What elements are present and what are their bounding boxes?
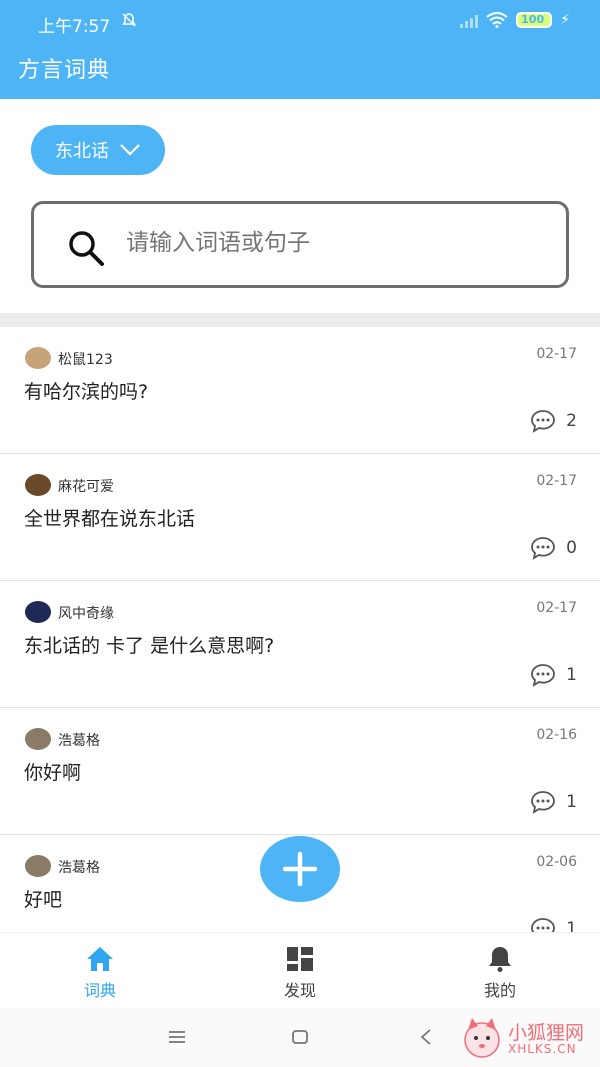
page-title: 方言词典 bbox=[18, 58, 111, 83]
post-username: 松鼠123 bbox=[58, 352, 113, 368]
app-header: 上午7:57 100 ⚡ 方言词典 bbox=[0, 0, 600, 99]
status-time: 上午7:57 bbox=[38, 17, 111, 37]
comment-icon bbox=[531, 410, 556, 433]
avatar bbox=[25, 728, 51, 750]
nav-item-discover[interactable]: 发现 bbox=[240, 945, 360, 1001]
battery-indicator: 100 bbox=[516, 12, 553, 28]
post-date: 02-17 bbox=[536, 346, 577, 362]
comment-icon bbox=[531, 537, 556, 560]
search-box[interactable] bbox=[31, 201, 569, 288]
add-post-button[interactable] bbox=[260, 836, 340, 902]
watermark: 小狐狸网 XHLKS.CN bbox=[460, 1016, 590, 1060]
post-username: 麻花可爱 bbox=[58, 479, 114, 495]
nav-label: 我的 bbox=[483, 981, 516, 1000]
grid-icon bbox=[287, 947, 313, 971]
mute-icon bbox=[121, 12, 137, 32]
comment-count-value: 1 bbox=[566, 792, 577, 812]
post-date: 02-17 bbox=[536, 600, 577, 616]
section-divider bbox=[0, 313, 600, 327]
post-username: 浩葛格 bbox=[58, 860, 100, 876]
list-item[interactable]: 浩葛格 02-16 你好啊 1 bbox=[0, 708, 600, 835]
comment-count-value: 1 bbox=[566, 665, 577, 685]
signal-icon bbox=[460, 12, 479, 28]
post-content: 你好啊 bbox=[24, 762, 82, 784]
watermark-line2: XHLKS.CN bbox=[508, 1042, 577, 1056]
search-icon[interactable] bbox=[66, 228, 106, 268]
nav-item-dictionary[interactable]: 词典 bbox=[40, 945, 160, 1001]
comment-icon bbox=[531, 664, 556, 687]
home-square-icon[interactable] bbox=[290, 1028, 310, 1046]
bell-icon bbox=[489, 947, 511, 972]
avatar bbox=[25, 601, 51, 623]
chevron-down-icon bbox=[120, 144, 140, 156]
menu-icon[interactable] bbox=[167, 1028, 187, 1046]
post-content: 有哈尔滨的吗? bbox=[24, 381, 149, 403]
bottom-nav: 词典 发现 我的 bbox=[0, 932, 600, 1008]
fox-logo-icon bbox=[464, 1018, 500, 1058]
home-icon bbox=[87, 947, 113, 971]
charging-icon: ⚡ bbox=[560, 12, 570, 28]
post-content: 好吧 bbox=[24, 889, 63, 911]
post-username: 风中奇缘 bbox=[58, 606, 114, 622]
comment-count[interactable]: 0 bbox=[530, 536, 577, 560]
dialect-selector-label: 东北话 bbox=[55, 141, 109, 162]
nav-label: 词典 bbox=[83, 981, 116, 1000]
avatar bbox=[25, 474, 51, 496]
avatar bbox=[25, 347, 51, 369]
status-bar: 上午7:57 100 ⚡ bbox=[0, 0, 600, 44]
comment-count-value: 2 bbox=[566, 411, 577, 431]
post-content: 东北话的 卡了 是什么意思啊? bbox=[24, 635, 275, 657]
comment-count[interactable]: 2 bbox=[530, 409, 577, 433]
wifi-icon bbox=[486, 12, 508, 28]
comment-count[interactable]: 1 bbox=[530, 790, 577, 814]
nav-item-mine[interactable]: 我的 bbox=[440, 945, 560, 1001]
comment-count[interactable]: 1 bbox=[530, 663, 577, 687]
comment-count-value: 0 bbox=[566, 538, 577, 558]
plus-icon bbox=[282, 851, 318, 887]
post-content: 全世界都在说东北话 bbox=[24, 508, 196, 530]
back-icon[interactable] bbox=[418, 1028, 434, 1046]
status-indicators: 100 ⚡ bbox=[460, 12, 570, 28]
post-date: 02-06 bbox=[536, 854, 577, 870]
list-item[interactable]: 风中奇缘 02-17 东北话的 卡了 是什么意思啊? 1 bbox=[0, 581, 600, 708]
avatar bbox=[25, 855, 51, 877]
list-item[interactable]: 松鼠123 02-17 有哈尔滨的吗? 2 bbox=[0, 327, 600, 454]
comment-icon bbox=[531, 791, 556, 814]
watermark-line1: 小狐狸网 bbox=[508, 1022, 585, 1044]
search-input[interactable] bbox=[126, 230, 526, 256]
dialect-selector-button[interactable]: 东北话 bbox=[31, 125, 165, 175]
post-date: 02-17 bbox=[536, 473, 577, 489]
list-item[interactable]: 麻花可爱 02-17 全世界都在说东北话 0 bbox=[0, 454, 600, 581]
post-username: 浩葛格 bbox=[58, 733, 100, 749]
post-date: 02-16 bbox=[536, 727, 577, 743]
nav-label: 发现 bbox=[283, 981, 316, 1000]
